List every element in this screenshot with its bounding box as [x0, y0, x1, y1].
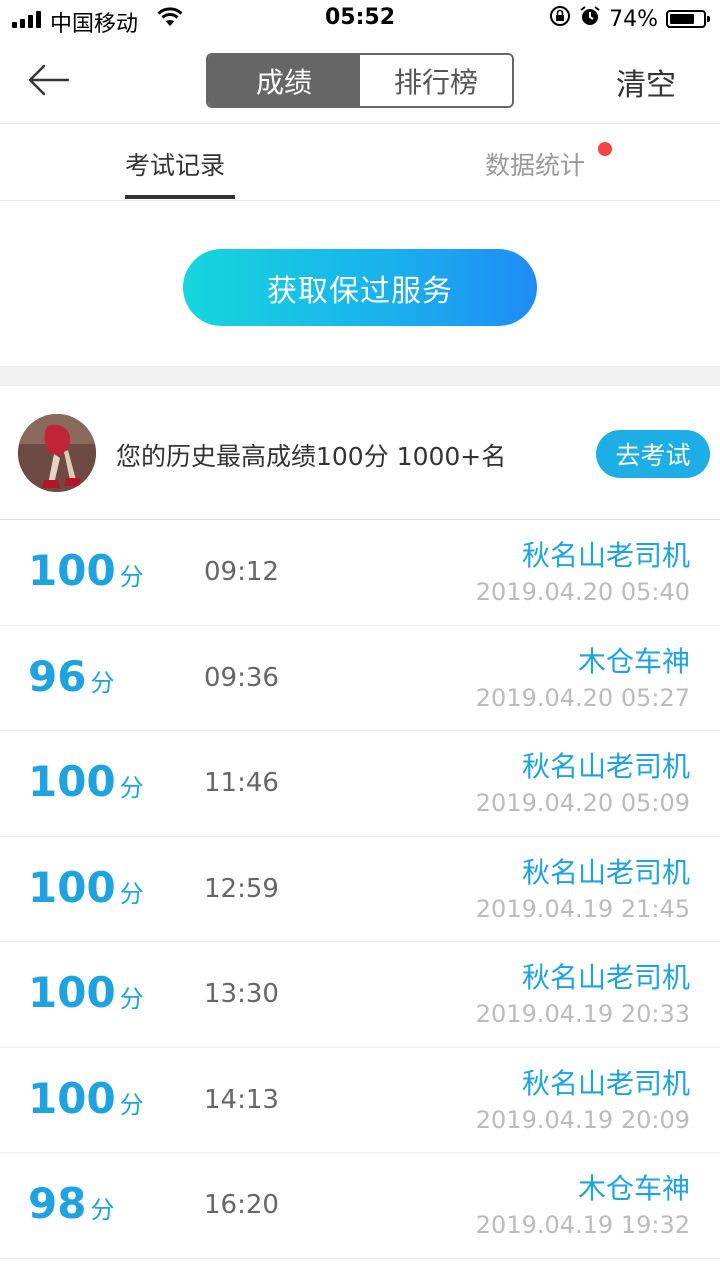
active-tab-indicator: [125, 195, 235, 199]
record-row[interactable]: 100 分 13:30 秋名山老司机 2019.04.19 20:33: [0, 942, 720, 1048]
record-nickname: 木仓车神: [577, 1172, 690, 1205]
record-score: 96 分: [28, 652, 114, 708]
battery-icon: [666, 10, 710, 28]
record-duration: 11:46: [204, 768, 279, 798]
segment-ranking[interactable]: 排行榜: [360, 55, 512, 106]
record-timestamp: 2019.04.19 21:45: [475, 894, 690, 923]
record-duration: 09:36: [204, 662, 279, 693]
get-pass-service-button[interactable]: 获取保过服务: [183, 249, 537, 326]
nav-header: 成绩 排行榜 清空: [0, 40, 720, 124]
record-timestamp: 2019.04.19 20:33: [475, 1000, 690, 1028]
record-nickname: 秋名山老司机: [521, 1066, 690, 1100]
alarm-icon: [579, 5, 601, 33]
record-score: 98 分: [28, 1179, 114, 1235]
record-duration: 16:20: [204, 1190, 279, 1220]
record-timestamp: 2019.04.20 05:09: [475, 789, 690, 817]
record-score: 100 分: [28, 968, 144, 1024]
record-timestamp: 2019.04.20 05:27: [475, 683, 690, 712]
score-unit: 分: [90, 668, 115, 697]
score-value: 100: [28, 757, 116, 806]
score-unit: 分: [119, 563, 144, 591]
rotation-lock-icon: [549, 5, 571, 33]
battery-level: [670, 14, 694, 24]
record-timestamp: 2019.04.20 05:40: [475, 578, 690, 606]
record-nickname: 秋名山老司机: [521, 961, 690, 994]
record-duration: 13:30: [204, 979, 279, 1009]
score-value: 100: [28, 1073, 116, 1123]
status-bar: 中国移动 05:52 74%: [0, 0, 720, 40]
record-row[interactable]: 96 分 09:36 木仓车神 2019.04.20 05:27: [0, 626, 720, 731]
record-row[interactable]: 100 分 09:12 秋名山老司机 2019.04.20 05:40: [0, 520, 720, 626]
record-score: 100 分: [28, 546, 144, 602]
record-row[interactable]: 100 分 14:13 秋名山老司机 2019.04.19 20:09: [0, 1048, 720, 1153]
score-value: 100: [28, 862, 116, 912]
best-score-text: 您的历史最高成绩100分 1000+名: [116, 442, 507, 471]
score-value: 96: [28, 651, 87, 701]
record-row[interactable]: 100 分 12:59 秋名山老司机 2019.04.19 21:45: [0, 837, 720, 942]
record-duration: 09:12: [204, 557, 279, 587]
segment-score[interactable]: 成绩: [208, 55, 360, 106]
score-unit: 分: [119, 879, 144, 908]
record-score: 100 分: [28, 757, 144, 813]
tab-statistics[interactable]: 数据统计: [485, 146, 585, 182]
score-unit: 分: [119, 985, 144, 1013]
segmented-control: 成绩 排行榜: [206, 53, 514, 108]
record-nickname: 秋名山老司机: [521, 539, 690, 572]
go-exam-button[interactable]: 去考试: [596, 430, 710, 478]
score-unit: 分: [90, 1196, 115, 1224]
score-unit: 分: [119, 774, 144, 802]
battery-percent: 74%: [609, 6, 658, 32]
arrow-left-icon: [28, 64, 70, 96]
record-nickname: 秋名山老司机: [521, 855, 690, 889]
notification-dot: [598, 142, 612, 156]
avatar[interactable]: [18, 414, 96, 492]
record-score: 100 分: [28, 1074, 144, 1130]
record-row[interactable]: 100 分 11:46 秋名山老司机 2019.04.20 05:09: [0, 731, 720, 837]
score-unit: 分: [119, 1090, 144, 1119]
sub-tabs: 考试记录 数据统计: [0, 124, 720, 201]
back-button[interactable]: [26, 60, 76, 100]
record-duration: 12:59: [204, 873, 279, 904]
record-nickname: 秋名山老司机: [521, 750, 690, 783]
tab-exam-records[interactable]: 考试记录: [125, 146, 225, 182]
score-value: 100: [28, 968, 116, 1017]
service-section: 获取保过服务: [0, 201, 720, 366]
record-timestamp: 2019.04.19 19:32: [475, 1211, 690, 1239]
record-duration: 14:13: [204, 1084, 279, 1115]
records-list: 100 分 09:12 秋名山老司机 2019.04.20 05:40 96 分 09:36 木…: [0, 520, 720, 1259]
record-score: 100 分: [28, 863, 144, 919]
score-value: 98: [28, 1179, 87, 1228]
best-score-row: 您的历史最高成绩100分 1000+名 去考试: [0, 386, 720, 520]
record-row[interactable]: 98 分 16:20 木仓车神 2019.04.19 19:32: [0, 1153, 720, 1259]
record-timestamp: 2019.04.19 20:09: [475, 1105, 690, 1134]
record-nickname: 木仓车神: [577, 644, 690, 678]
section-divider: [0, 366, 720, 386]
score-value: 100: [28, 546, 116, 595]
clear-button[interactable]: 清空: [616, 60, 676, 104]
